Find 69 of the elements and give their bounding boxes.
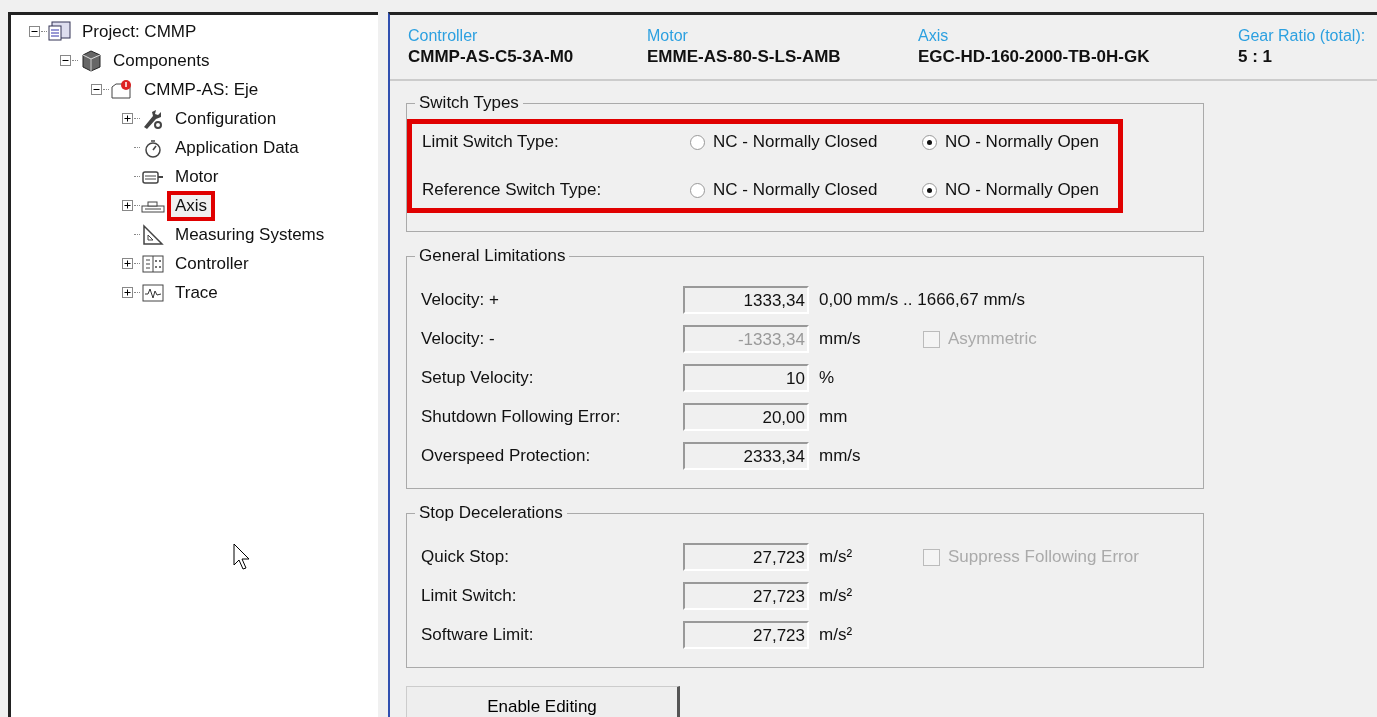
input-field[interactable]: 1333,34 <box>683 286 809 314</box>
field-label: Reference Switch Type: <box>422 180 603 200</box>
radio-button[interactable] <box>922 182 937 198</box>
radio-button[interactable] <box>690 182 705 198</box>
field-label: Overspeed Protection: <box>421 446 592 466</box>
field-label: Limit Switch: <box>421 586 518 606</box>
radio-label[interactable]: NC - Normally Closed <box>713 180 878 200</box>
tree-item[interactable]: Project: CMMP <box>74 16 205 47</box>
unit-label: mm/s <box>819 446 862 466</box>
field-label: Velocity: - <box>421 329 496 349</box>
header-value: EMME-AS-80-S-LS-AMB <box>647 47 842 67</box>
unit-label: 0,00 mm/s .. 1666,67 mm/s <box>819 290 1025 310</box>
field-label: Software Limit: <box>421 625 535 645</box>
field-label: Limit Switch Type: <box>422 132 560 152</box>
tree-item[interactable]: Axis <box>167 190 216 221</box>
tree-item[interactable]: Measuring Systems <box>167 219 333 250</box>
expander-icon[interactable] <box>29 26 40 37</box>
header-label: Controller <box>408 27 479 45</box>
expander-icon[interactable] <box>91 84 102 95</box>
triangle-ruler-icon <box>141 223 165 246</box>
header-value: 5 : 1 <box>1238 47 1274 67</box>
input-field[interactable]: 27,723 <box>683 621 809 649</box>
unit-label: mm/s <box>819 329 862 349</box>
radio-button[interactable] <box>690 134 705 150</box>
cube-icon <box>79 49 103 72</box>
unit-label: m/s² <box>819 547 854 567</box>
tree-item[interactable]: Components <box>105 45 218 76</box>
tree-item[interactable]: Application Data <box>167 132 307 163</box>
radio-label[interactable]: NC - Normally Closed <box>713 132 878 152</box>
unit-label: % <box>819 368 836 388</box>
field-label: Shutdown Following Error: <box>421 407 622 427</box>
input-field[interactable]: 20,00 <box>683 403 809 431</box>
field-label: Setup Velocity: <box>421 368 535 388</box>
header-label: Axis <box>918 27 950 45</box>
input-field[interactable]: 2333,34 <box>683 442 809 470</box>
expander-icon[interactable] <box>122 287 133 298</box>
waveform-icon <box>141 281 165 304</box>
header-label: Motor <box>647 27 689 45</box>
unit-label: m/s² <box>819 586 854 606</box>
enable-editing-button[interactable]: Enable Editing <box>406 686 680 717</box>
radio-label[interactable]: NO - Normally Open <box>945 180 1099 200</box>
input-field[interactable]: 10 <box>683 364 809 392</box>
expander-icon[interactable] <box>122 200 133 211</box>
group-title: Stop Decelerations <box>418 503 564 523</box>
group-title: General Limitations <box>418 246 567 266</box>
input-field[interactable]: 27,723 <box>683 582 809 610</box>
tree-item[interactable]: Motor <box>167 161 227 192</box>
expander-icon[interactable] <box>122 113 133 124</box>
expander-icon[interactable] <box>60 55 71 66</box>
tree-item[interactable]: Controller <box>167 248 257 279</box>
unit-label: mm <box>819 407 849 427</box>
header-label: Gear Ratio (total): <box>1238 27 1366 45</box>
header-value: EGC-HD-160-2000-TB-0H-GK <box>918 47 1151 67</box>
radio-button[interactable] <box>922 134 937 150</box>
folder-icon <box>110 78 134 101</box>
field-label: Quick Stop: <box>421 547 510 567</box>
tree-item[interactable]: CMMP-AS: Eje <box>136 74 267 105</box>
tree-item[interactable]: Trace <box>167 277 226 308</box>
tree-item[interactable]: Configuration <box>167 103 285 134</box>
panel-icon <box>141 252 165 275</box>
unit-label: m/s² <box>819 625 854 645</box>
input-field[interactable]: 27,723 <box>683 543 809 571</box>
header-value: CMMP-AS-C5-3A-M0 <box>408 47 575 67</box>
group-title: Switch Types <box>418 93 520 113</box>
wrench-icon <box>141 107 165 130</box>
expander-icon[interactable] <box>122 258 133 269</box>
radio-label[interactable]: NO - Normally Open <box>945 132 1099 152</box>
window-icon <box>48 20 72 43</box>
field-label: Velocity: + <box>421 290 500 310</box>
